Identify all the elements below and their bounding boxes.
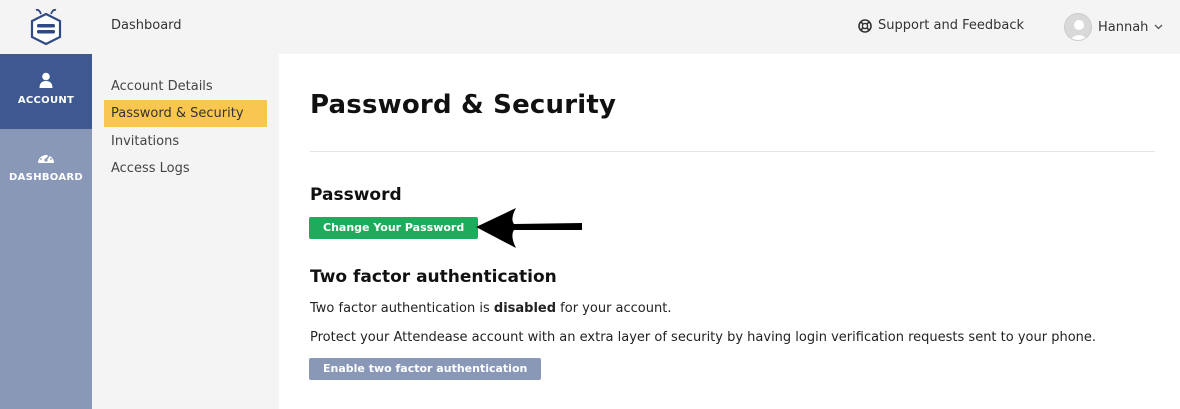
top-bar: Dashboard Support and Feedback Hannah <box>0 0 1180 54</box>
bee-logo-icon <box>30 8 62 46</box>
change-password-button[interactable]: Change Your Password <box>309 217 479 239</box>
subnav-item-password-security[interactable]: Password & Security <box>104 100 267 127</box>
attendease-logo[interactable] <box>0 0 92 54</box>
user-icon <box>39 72 53 88</box>
password-heading: Password <box>310 185 402 205</box>
subnav-item-access-logs[interactable]: Access Logs <box>104 155 267 182</box>
user-menu[interactable]: Hannah <box>1064 12 1163 42</box>
default-avatar-icon <box>1069 20 1089 40</box>
account-subnav: Account Details Password & Security Invi… <box>92 54 279 409</box>
subnav-item-invitations[interactable]: Invitations <box>104 128 267 155</box>
left-rail: ACCOUNT DASHBOARD <box>0 54 92 409</box>
speedometer-icon <box>38 154 54 163</box>
rail-item-label: ACCOUNT <box>17 95 75 106</box>
status-prefix: Two factor authentication is <box>310 301 494 316</box>
status-value: disabled <box>493 301 557 316</box>
lifebuoy-icon <box>858 18 872 33</box>
support-label: Support and Feedback <box>878 18 1025 33</box>
chevron-down-icon <box>1154 24 1163 30</box>
page-title: Password & Security <box>310 90 617 120</box>
rail-item-dashboard[interactable]: DASHBOARD <box>0 129 92 201</box>
two-factor-heading: Two factor authentication <box>310 267 557 287</box>
breadcrumb[interactable]: Dashboard <box>111 18 182 33</box>
main-content: Password & Security Password Change Your… <box>279 54 1180 409</box>
two-factor-description: Protect your Attendease account with an … <box>310 330 1097 345</box>
status-suffix: for your account. <box>556 301 672 316</box>
annotation-arrow-icon <box>476 208 582 248</box>
two-factor-status: Two factor authentication is disabled fo… <box>310 301 671 316</box>
rail-item-label: DASHBOARD <box>9 172 83 183</box>
support-feedback-link[interactable]: Support and Feedback <box>858 18 1024 33</box>
divider <box>310 151 1155 152</box>
subnav-item-account-details[interactable]: Account Details <box>104 73 267 100</box>
user-name: Hannah <box>1098 19 1149 35</box>
rail-item-account[interactable]: ACCOUNT <box>0 54 92 129</box>
avatar <box>1064 13 1092 41</box>
enable-two-factor-button[interactable]: Enable two factor authentication <box>309 358 542 380</box>
